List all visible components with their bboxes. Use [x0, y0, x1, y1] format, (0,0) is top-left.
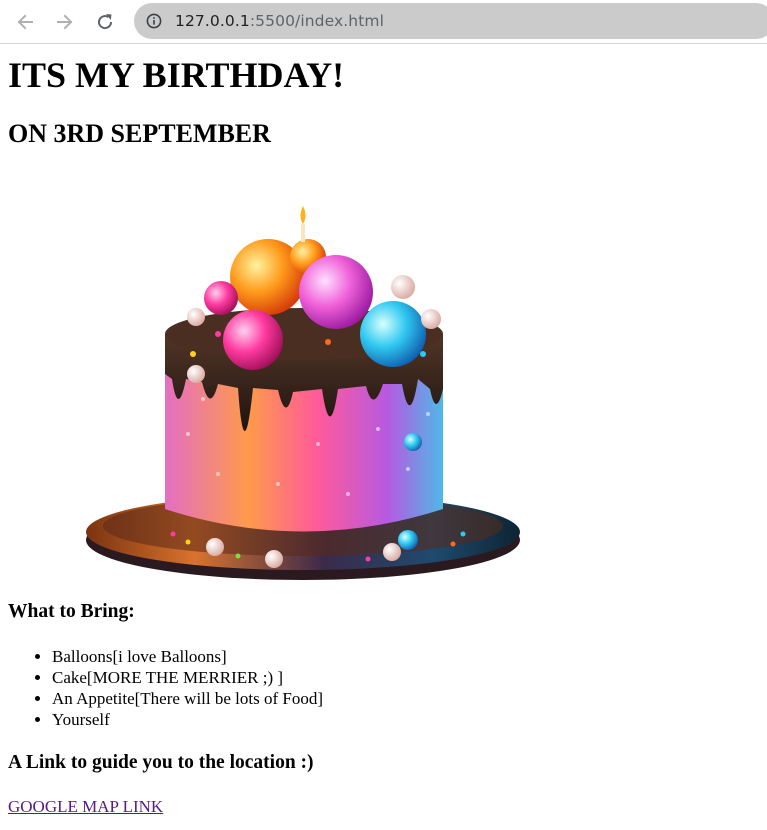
url-path: :5500/index.html [249, 12, 384, 30]
list-item: Balloons[i love Balloons] [52, 646, 323, 667]
page-subtitle: ON 3RD SEPTEMBER [8, 119, 271, 148]
list-item: Cake[MORE THE MERRIER ;) ] [52, 667, 323, 688]
url-host: 127.0.0.1 [175, 12, 250, 30]
reload-icon [98, 14, 113, 30]
browser-toolbar: 127.0.0.1:5500/index.html [0, 0, 767, 44]
info-icon[interactable] [146, 13, 162, 29]
address-bar[interactable]: 127.0.0.1:5500/index.html [134, 3, 767, 39]
bring-list: Balloons[i love Balloons] Cake[MORE THE … [8, 646, 323, 730]
list-item: An Appetite[There will be lots of Food] [52, 688, 323, 709]
arrow-right-icon [57, 14, 73, 30]
url-text: 127.0.0.1:5500/index.html [175, 12, 384, 30]
what-to-bring-heading: What to Bring: [8, 601, 135, 622]
reload-button[interactable] [89, 6, 121, 38]
location-heading: A Link to guide you to the location :) [8, 752, 314, 773]
google-map-link[interactable]: GOOGLE MAP LINK [8, 797, 163, 817]
forward-button[interactable] [49, 6, 81, 38]
page-title: ITS MY BIRTHDAY! [8, 55, 345, 95]
page-content: ITS MY BIRTHDAY! ON 3RD SEPTEMBER What t… [8, 44, 767, 816]
arrow-left-icon [17, 14, 33, 30]
birthday-cake-image [68, 174, 538, 584]
back-button[interactable] [9, 6, 41, 38]
list-item: Yourself [52, 709, 323, 730]
